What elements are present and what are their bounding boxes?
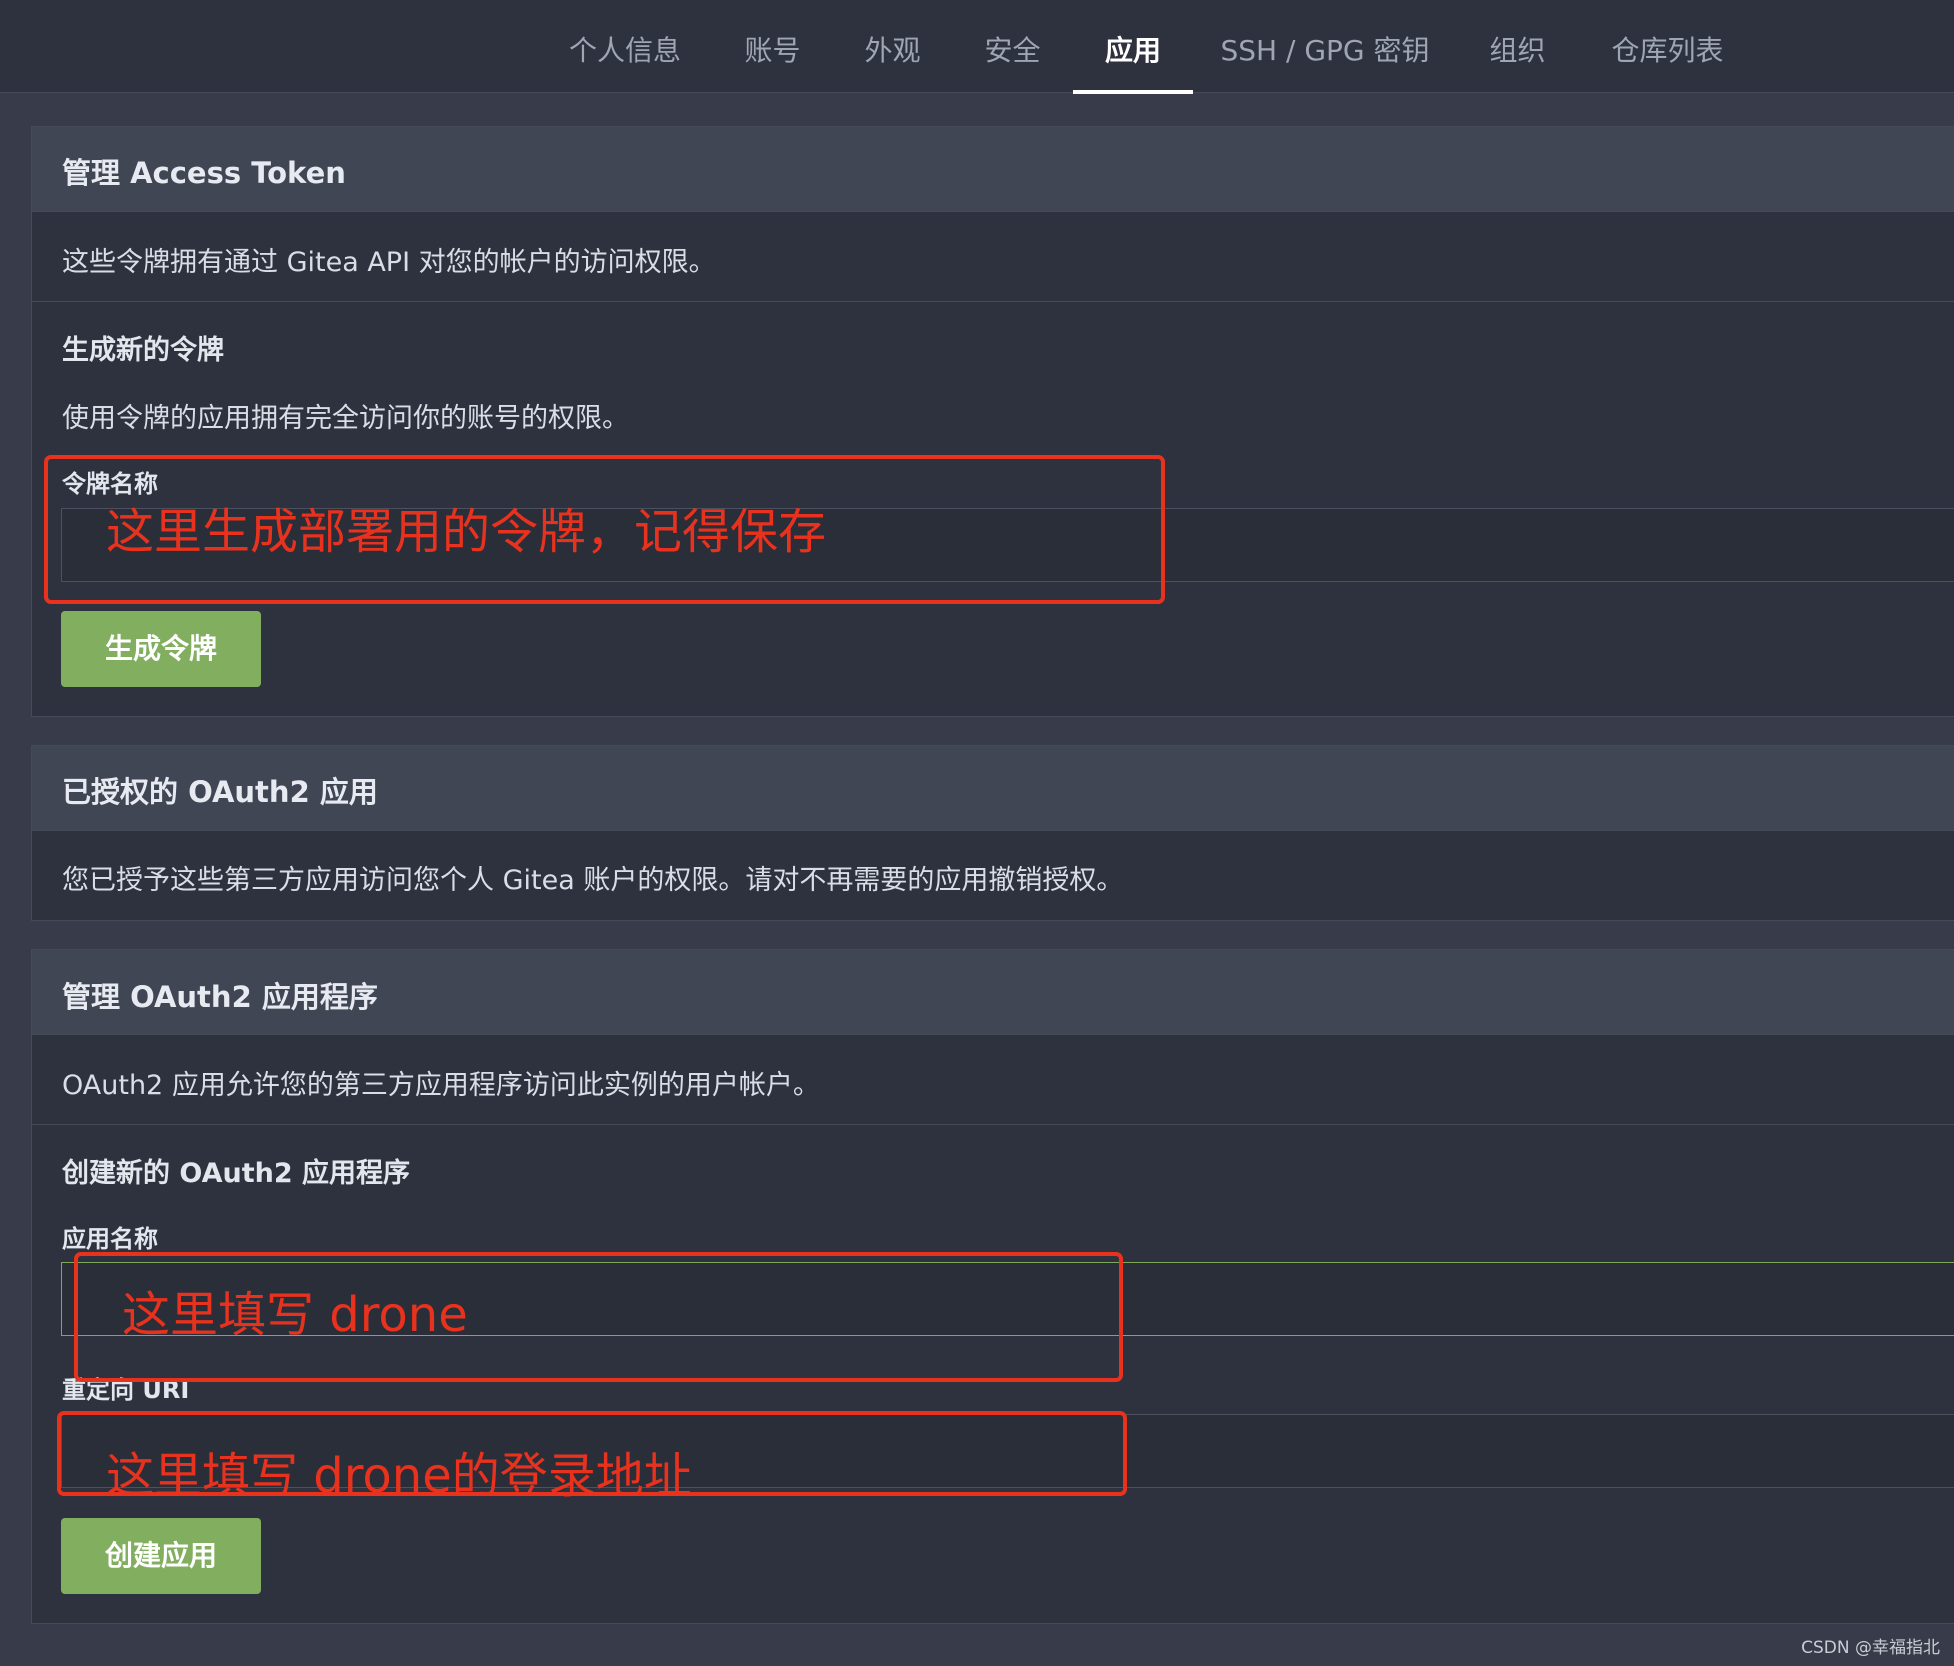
tab-appearance[interactable]: 外观 xyxy=(845,0,940,93)
tab-account[interactable]: 账号 xyxy=(725,0,820,93)
access-token-title: 管理 Access Token xyxy=(62,156,346,190)
app-name-label: 应用名称 xyxy=(62,1225,158,1253)
manage-oauth-description: OAuth2 应用允许您的第三方应用程序访问此实例的用户帐户。 xyxy=(62,1070,820,1101)
create-app-button[interactable]: 创建应用 xyxy=(61,1518,261,1594)
generate-token-button[interactable]: 生成令牌 xyxy=(61,611,261,687)
create-oauth-title: 创建新的 OAuth2 应用程序 xyxy=(62,1158,411,1189)
redirect-annotation-text: 这里填写 drone的登录地址 xyxy=(106,1448,692,1504)
app-name-annotation-text: 这里填写 drone xyxy=(122,1287,468,1343)
settings-nav: 个人信息 账号 外观 安全 应用 SSH / GPG 密钥 组织 仓库列表 xyxy=(0,0,1954,94)
access-token-description: 这些令牌拥有通过 Gitea API 对您的帐户的访问权限。 xyxy=(62,247,716,278)
tab-ssh-gpg-keys[interactable]: SSH / GPG 密钥 xyxy=(1215,0,1435,93)
watermark: CSDN @幸福指北 xyxy=(1801,1638,1940,1658)
tab-repositories[interactable]: 仓库列表 xyxy=(1595,0,1740,93)
token-annotation-text: 这里生成部署用的令牌，记得保存 xyxy=(106,504,827,560)
tab-security[interactable]: 安全 xyxy=(965,0,1060,93)
tab-applications[interactable]: 应用 xyxy=(1073,0,1193,94)
manage-oauth-title: 管理 OAuth2 应用程序 xyxy=(62,980,378,1014)
authorized-oauth-description: 您已授予这些第三方应用访问您个人 Gitea 账户的权限。请对不再需要的应用撤销… xyxy=(62,865,1124,896)
generate-token-title: 生成新的令牌 xyxy=(62,335,224,366)
generate-token-description: 使用令牌的应用拥有完全访问你的账号的权限。 xyxy=(62,403,629,434)
tab-profile[interactable]: 个人信息 xyxy=(560,0,690,93)
authorized-oauth-title: 已授权的 OAuth2 应用 xyxy=(62,775,378,809)
tab-organizations[interactable]: 组织 xyxy=(1470,0,1565,93)
